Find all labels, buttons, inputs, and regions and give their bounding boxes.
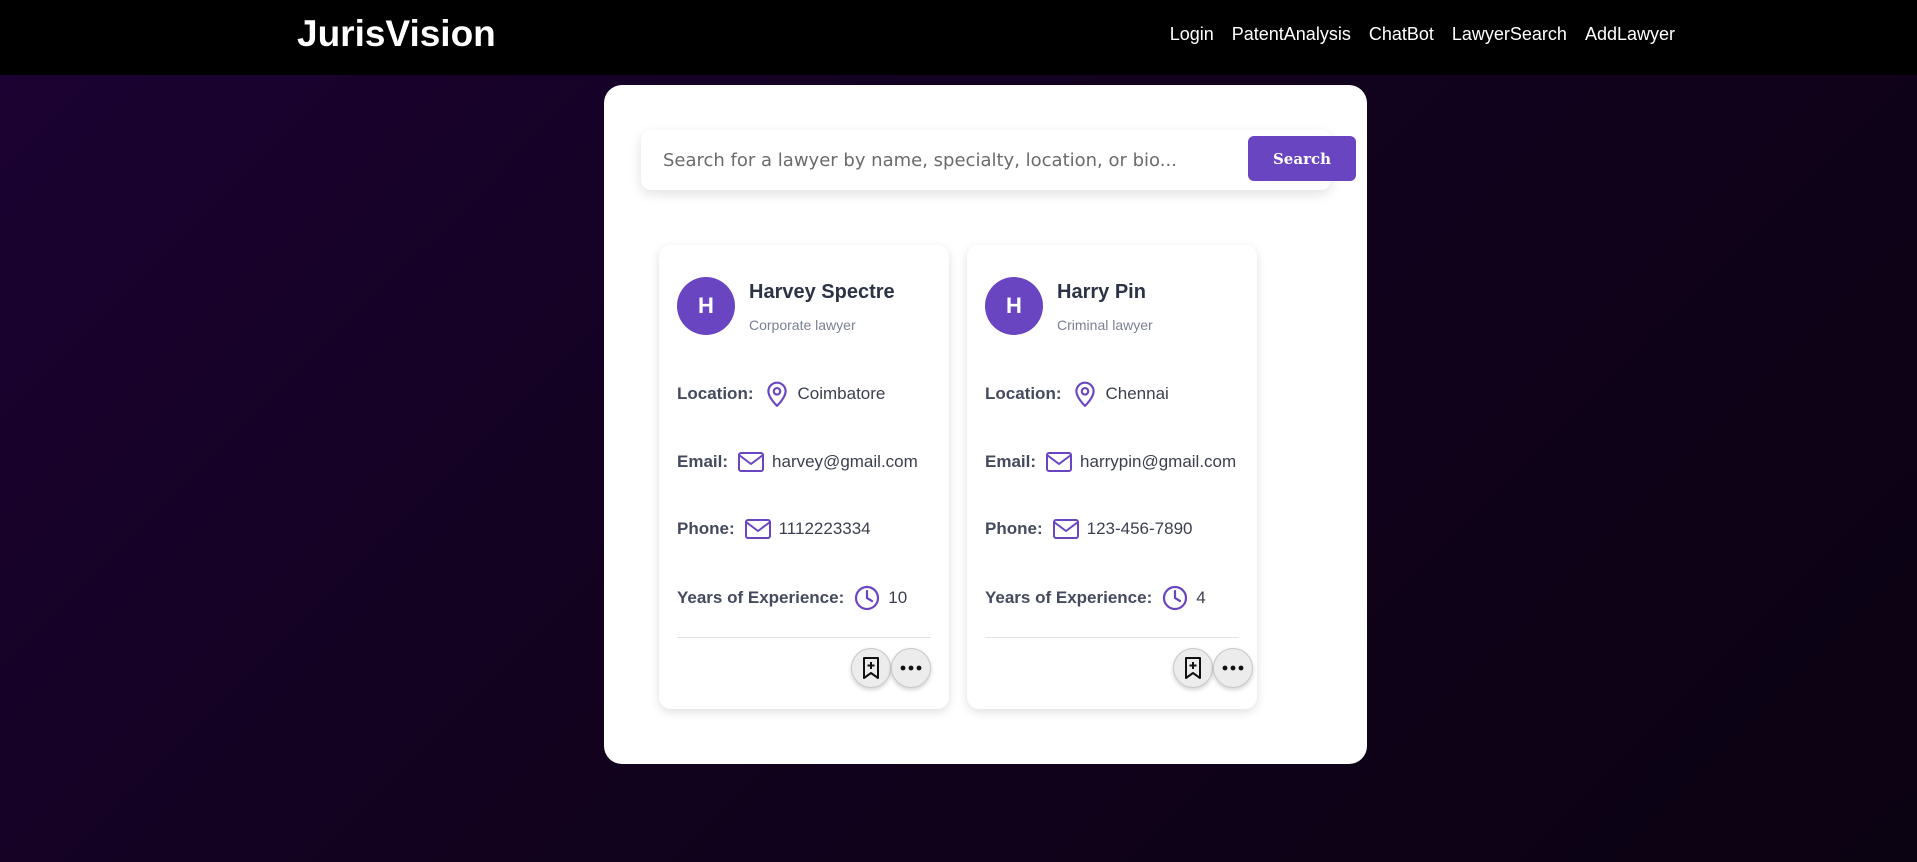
experience-label: Years of Experience: xyxy=(985,588,1153,607)
nav-link-chatbot[interactable]: ChatBot xyxy=(1369,24,1434,45)
phone-value: 1112223334 xyxy=(778,519,871,538)
nav-link-add-lawyer[interactable]: AddLawyer xyxy=(1585,24,1675,45)
brand-logo[interactable]: JurisVision xyxy=(297,13,496,55)
map-pin-icon xyxy=(1070,379,1100,409)
location-value: Coimbatore xyxy=(797,384,886,403)
location-value: Chennai xyxy=(1105,384,1169,403)
bookmark-plus-icon xyxy=(861,656,881,680)
lawyer-name: Harry Pin xyxy=(1057,281,1146,303)
lawyer-specialty: Corporate lawyer xyxy=(749,317,856,333)
nav-link-login[interactable]: Login xyxy=(1170,24,1214,45)
lawyer-search-panel: Search H Harvey Spectre Corporate lawyer… xyxy=(604,85,1367,764)
location-label: Location: xyxy=(677,384,754,403)
mail-icon xyxy=(1044,447,1074,477)
phone-row: Phone: 1112223334 xyxy=(677,514,871,544)
experience-row: Years of Experience: 4 xyxy=(985,583,1206,613)
lawyer-card: H Harry Pin Criminal lawyer Location: Ch… xyxy=(967,245,1257,709)
lawyer-name: Harvey Spectre xyxy=(749,281,895,303)
location-row: Location: Chennai xyxy=(985,379,1169,409)
bookmark-button[interactable] xyxy=(1173,648,1213,688)
avatar: H xyxy=(985,277,1043,335)
lawyer-card: H Harvey Spectre Corporate lawyer Locati… xyxy=(659,245,949,709)
nav-links: Login PatentAnalysis ChatBot LawyerSearc… xyxy=(1170,24,1675,45)
mail-icon xyxy=(743,514,773,544)
search-input[interactable] xyxy=(641,130,1211,190)
mail-icon xyxy=(736,447,766,477)
email-row: Email: harvey@gmail.com xyxy=(677,447,918,477)
clock-icon xyxy=(852,583,882,613)
bookmark-button[interactable] xyxy=(851,648,891,688)
clock-icon xyxy=(1160,583,1190,613)
email-value[interactable]: harvey@gmail.com xyxy=(772,452,918,472)
experience-row: Years of Experience: 10 xyxy=(677,583,907,613)
email-value[interactable]: harrypin@gmail.com xyxy=(1080,452,1236,472)
phone-label: Phone: xyxy=(985,519,1043,538)
location-row: Location: Coimbatore xyxy=(677,379,885,409)
experience-label: Years of Experience: xyxy=(677,588,845,607)
more-horizontal-icon xyxy=(900,665,922,671)
top-navbar: JurisVision Login PatentAnalysis ChatBot… xyxy=(0,0,1917,75)
nav-link-lawyer-search[interactable]: LawyerSearch xyxy=(1452,24,1567,45)
mail-icon xyxy=(1051,514,1081,544)
lawyer-specialty: Criminal lawyer xyxy=(1057,317,1153,333)
search-bar: Search xyxy=(641,130,1356,190)
bookmark-plus-icon xyxy=(1183,656,1203,680)
phone-row: Phone: 123-456-7890 xyxy=(985,514,1192,544)
location-label: Location: xyxy=(985,384,1062,403)
card-divider xyxy=(985,637,1239,638)
card-divider xyxy=(677,637,931,638)
search-button[interactable]: Search xyxy=(1248,136,1356,181)
experience-value: 10 xyxy=(888,588,908,607)
map-pin-icon xyxy=(762,379,792,409)
more-horizontal-icon xyxy=(1222,665,1244,671)
avatar: H xyxy=(677,277,735,335)
experience-value: 4 xyxy=(1196,588,1206,607)
email-label: Email: xyxy=(677,452,729,471)
email-label: Email: xyxy=(985,452,1037,471)
phone-value: 123-456-7890 xyxy=(1086,519,1193,538)
more-options-button[interactable] xyxy=(891,648,931,688)
phone-label: Phone: xyxy=(677,519,735,538)
email-row: Email: harrypin@gmail.com xyxy=(985,447,1236,477)
nav-link-patent-analysis[interactable]: PatentAnalysis xyxy=(1232,24,1351,45)
more-options-button[interactable] xyxy=(1213,648,1253,688)
